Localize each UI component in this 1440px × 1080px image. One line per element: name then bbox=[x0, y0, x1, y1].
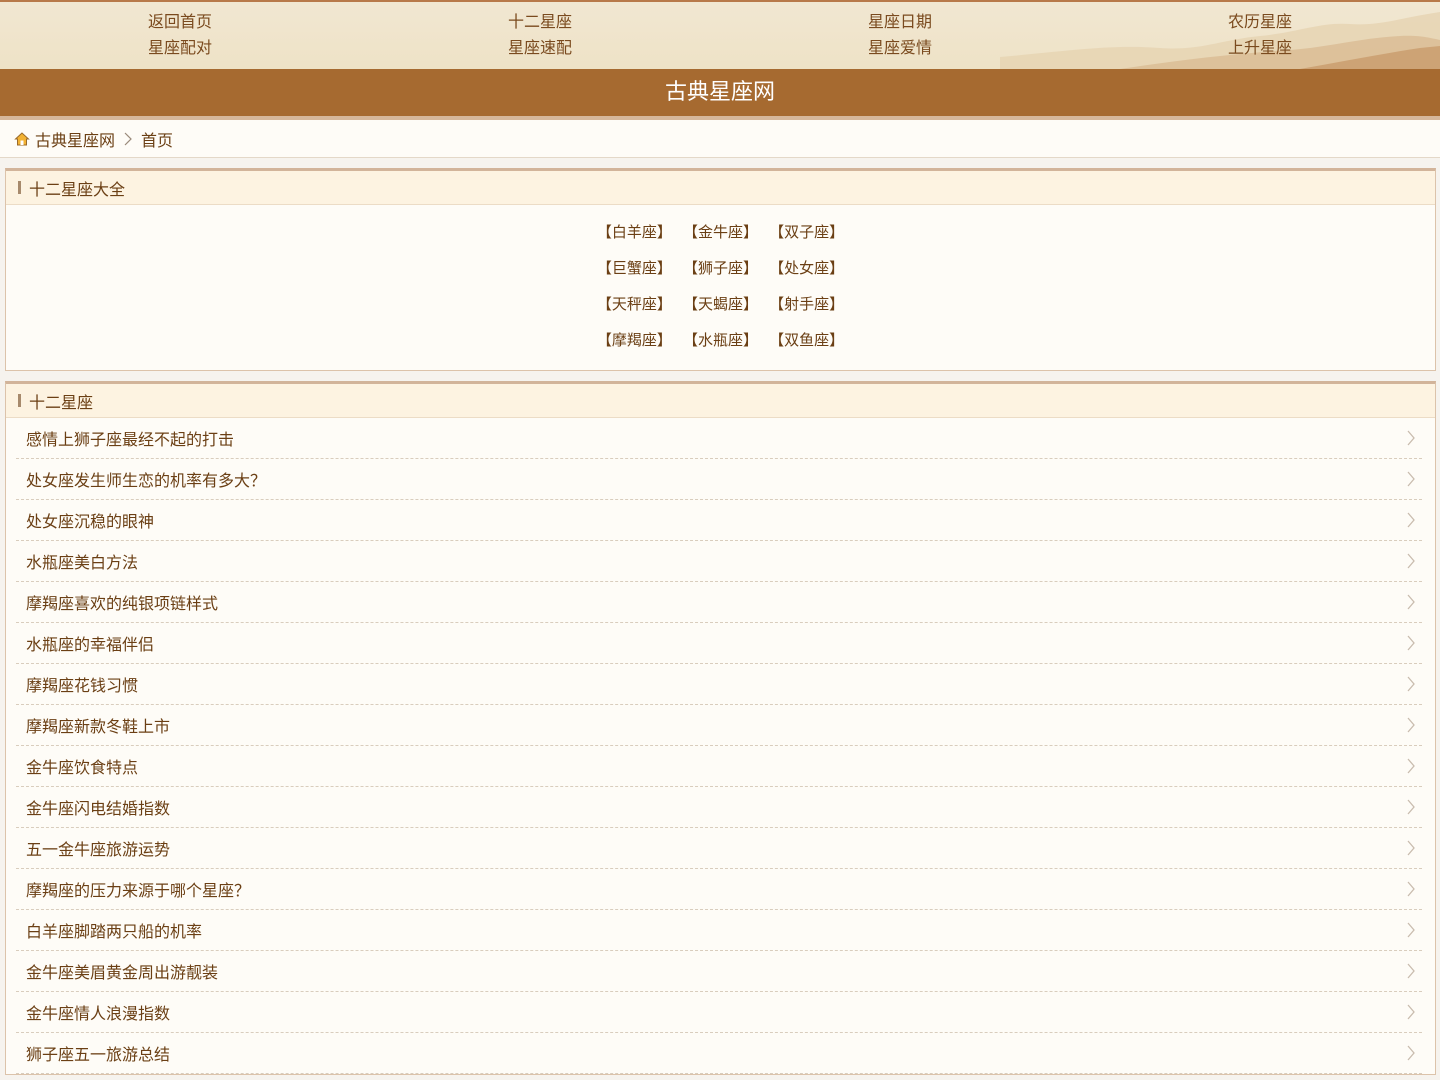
article-list-item[interactable]: 水瓶座的幸福伴侣 bbox=[16, 623, 1422, 664]
chevron-right-icon bbox=[1407, 1004, 1415, 1020]
nav-quick-match[interactable]: 星座速配 bbox=[360, 35, 720, 61]
site-title: 古典星座网 bbox=[0, 69, 1440, 120]
breadcrumb-current: 首页 bbox=[141, 130, 174, 150]
chevron-right-icon bbox=[1407, 1045, 1415, 1061]
home-icon bbox=[14, 131, 30, 145]
nav-sign-love[interactable]: 星座爱情 bbox=[720, 35, 1080, 61]
article-title: 狮子座五一旅游总结 bbox=[26, 1045, 171, 1064]
chevron-right-icon bbox=[124, 132, 132, 145]
article-list-item[interactable]: 狮子座五一旅游总结 bbox=[16, 1033, 1422, 1074]
chevron-right-icon bbox=[1407, 512, 1415, 528]
nav-twelve-signs[interactable]: 十二星座 bbox=[360, 9, 720, 35]
panel-header: 十二星座大全 bbox=[6, 171, 1435, 205]
nav-lunar-signs[interactable]: 农历星座 bbox=[1080, 9, 1440, 35]
zodiac-sign-links: 【白羊座】 【金牛座】 【双子座】 【巨蟹座】 【狮子座】 【处女座】 【天秤座… bbox=[6, 205, 1435, 370]
chevron-right-icon bbox=[1407, 553, 1415, 569]
chevron-right-icon bbox=[1407, 594, 1415, 610]
article-title: 白羊座脚踏两只船的机率 bbox=[26, 922, 203, 941]
article-list-item[interactable]: 金牛座情人浪漫指数 bbox=[16, 992, 1422, 1033]
article-list-item[interactable]: 白羊座脚踏两只船的机率 bbox=[16, 910, 1422, 951]
article-title: 水瓶座的幸福伴侣 bbox=[26, 635, 155, 654]
header-bar-mark bbox=[18, 394, 21, 407]
article-title: 金牛座饮食特点 bbox=[26, 758, 139, 777]
sign-link-aries[interactable]: 【白羊座】 bbox=[597, 216, 672, 248]
zodiac-panel: 十二星座大全 【白羊座】 【金牛座】 【双子座】 【巨蟹座】 【狮子座】 【处女… bbox=[5, 168, 1436, 371]
article-title: 处女座沉稳的眼神 bbox=[26, 512, 155, 531]
article-title: 水瓶座美白方法 bbox=[26, 553, 139, 572]
nav-sign-dates[interactable]: 星座日期 bbox=[720, 9, 1080, 35]
sign-link-taurus[interactable]: 【金牛座】 bbox=[683, 216, 758, 248]
chevron-right-icon bbox=[1407, 840, 1415, 856]
article-list-item[interactable]: 五一金牛座旅游运势 bbox=[16, 828, 1422, 869]
nav-rising-sign[interactable]: 上升星座 bbox=[1080, 35, 1440, 61]
chevron-right-icon bbox=[1407, 471, 1415, 487]
chevron-right-icon bbox=[1407, 881, 1415, 897]
article-list-item[interactable]: 金牛座美眉黄金周出游靓装 bbox=[16, 951, 1422, 992]
chevron-right-icon bbox=[1407, 717, 1415, 733]
article-list-item[interactable]: 摩羯座花钱习惯 bbox=[16, 664, 1422, 705]
articles-panel: 十二星座 感情上狮子座最经不起的打击处女座发生师生恋的机率有多大？ 处女座沉稳的眼… bbox=[5, 381, 1436, 1075]
sign-link-cancer[interactable]: 【巨蟹座】 bbox=[597, 252, 672, 284]
article-title: 摩羯座的压力来源于哪个星座？ bbox=[26, 881, 251, 900]
article-title: 摩羯座花钱习惯 bbox=[26, 676, 139, 695]
top-nav: 返回首页 十二星座 星座日期 农历星座 星座配对 星座速配 星座爱情 上升星座 bbox=[0, 0, 1440, 69]
sign-link-pisces[interactable]: 【双鱼座】 bbox=[769, 324, 844, 356]
article-title: 五一金牛座旅游运势 bbox=[26, 840, 171, 859]
sign-link-libra[interactable]: 【天秤座】 bbox=[597, 288, 672, 320]
nav-sign-match[interactable]: 星座配对 bbox=[0, 35, 360, 61]
chevron-right-icon bbox=[1407, 430, 1415, 446]
article-title: 感情上狮子座最经不起的打击 bbox=[26, 430, 235, 449]
article-list-item[interactable]: 感情上狮子座最经不起的打击 bbox=[16, 418, 1422, 459]
article-list-item[interactable]: 金牛座闪电结婚指数 bbox=[16, 787, 1422, 828]
article-list-item[interactable]: 摩羯座新款冬鞋上市 bbox=[16, 705, 1422, 746]
article-list-item[interactable]: 处女座沉稳的眼神 bbox=[16, 500, 1422, 541]
chevron-right-icon bbox=[1407, 799, 1415, 815]
panel-title: 十二星座 bbox=[29, 392, 94, 412]
article-title: 摩羯座新款冬鞋上市 bbox=[26, 717, 171, 736]
sign-link-gemini[interactable]: 【双子座】 bbox=[769, 216, 844, 248]
breadcrumb: 古典星座网 首页 bbox=[0, 120, 1440, 158]
sign-link-leo[interactable]: 【狮子座】 bbox=[683, 252, 758, 284]
article-title: 金牛座情人浪漫指数 bbox=[26, 1004, 171, 1023]
sign-link-scorpio[interactable]: 【天蝎座】 bbox=[683, 288, 758, 320]
article-list-item[interactable]: 水瓶座美白方法 bbox=[16, 541, 1422, 582]
sign-link-virgo[interactable]: 【处女座】 bbox=[769, 252, 844, 284]
sign-link-capricorn[interactable]: 【摩羯座】 bbox=[597, 324, 672, 356]
chevron-right-icon bbox=[1407, 635, 1415, 651]
panel-header: 十二星座 bbox=[6, 384, 1435, 418]
breadcrumb-home-link[interactable]: 古典星座网 bbox=[35, 127, 115, 151]
article-title: 摩羯座喜欢的纯银项链样式 bbox=[26, 594, 219, 613]
sign-link-aquarius[interactable]: 【水瓶座】 bbox=[683, 324, 758, 356]
header-bar-mark bbox=[18, 181, 21, 194]
chevron-right-icon bbox=[1407, 676, 1415, 692]
sign-link-sagittarius[interactable]: 【射手座】 bbox=[769, 288, 844, 320]
nav-home[interactable]: 返回首页 bbox=[0, 9, 360, 35]
article-list-item[interactable]: 摩羯座喜欢的纯银项链样式 bbox=[16, 582, 1422, 623]
article-title: 金牛座闪电结婚指数 bbox=[26, 799, 171, 818]
article-list: 感情上狮子座最经不起的打击处女座发生师生恋的机率有多大？ 处女座沉稳的眼神 水瓶座美… bbox=[6, 418, 1435, 1074]
panel-title: 十二星座大全 bbox=[29, 179, 126, 199]
chevron-right-icon bbox=[1407, 758, 1415, 774]
article-list-item[interactable]: 摩羯座的压力来源于哪个星座？ bbox=[16, 869, 1422, 910]
chevron-right-icon bbox=[1407, 963, 1415, 979]
article-title: 金牛座美眉黄金周出游靓装 bbox=[26, 963, 219, 982]
article-list-item[interactable]: 金牛座饮食特点 bbox=[16, 746, 1422, 787]
article-list-item[interactable]: 处女座发生师生恋的机率有多大？ bbox=[16, 459, 1422, 500]
chevron-right-icon bbox=[1407, 922, 1415, 938]
article-title: 处女座发生师生恋的机率有多大？ bbox=[26, 471, 267, 490]
